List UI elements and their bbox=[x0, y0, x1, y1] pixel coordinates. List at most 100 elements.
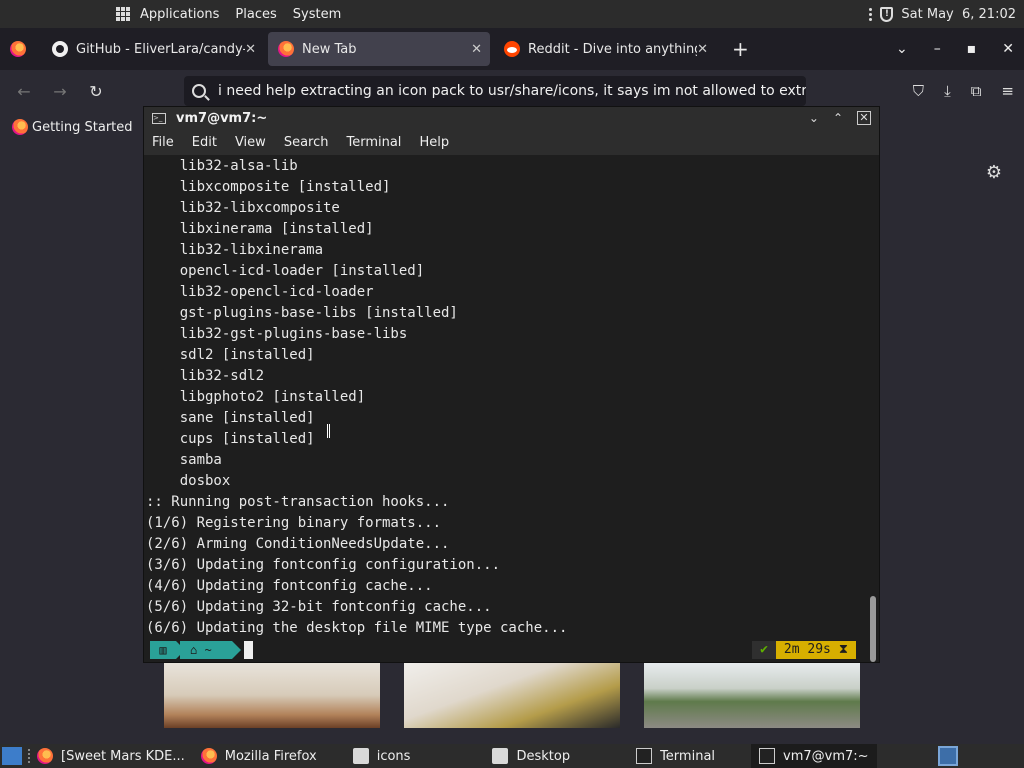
success-check-icon: ✔ bbox=[752, 641, 776, 659]
close-icon[interactable]: ✕ bbox=[471, 42, 482, 57]
toolbar-icons: ⛉ ⤓ ⧉ ≡ bbox=[913, 70, 1014, 112]
output-line: (2/6) Arming ConditionNeedsUpdate... bbox=[146, 536, 450, 552]
output-line: lib32-libxinerama bbox=[146, 242, 324, 258]
shell-prompt[interactable]: ▥ ⌂ ~ ✔ 2m 29s ⧗ bbox=[144, 638, 866, 662]
show-desktop-icon[interactable] bbox=[2, 747, 22, 765]
terminal-output[interactable]: lib32-alsa-lib libxcomposite [installed]… bbox=[144, 156, 866, 638]
window-title: vm7@vm7:~ bbox=[176, 110, 268, 126]
terminal-icon bbox=[759, 748, 776, 764]
list-all-tabs-chevron-icon[interactable]: ⌄ bbox=[896, 41, 908, 57]
top-panel: Applications Places System ! Sat May 6, … bbox=[0, 0, 1024, 28]
tab-new-tab[interactable]: New Tab ✕ bbox=[268, 32, 490, 66]
output-line: (4/6) Updating fontconfig cache... bbox=[146, 578, 433, 594]
separator bbox=[28, 749, 31, 763]
minimize-icon[interactable]: ⌄ bbox=[809, 111, 819, 125]
overflow-dots-icon[interactable] bbox=[869, 7, 873, 21]
back-arrow-icon[interactable]: ← bbox=[12, 82, 36, 101]
output-line: gst-plugins-base-libs [installed] bbox=[146, 305, 458, 321]
output-line: cups [installed] bbox=[146, 431, 315, 447]
tab-reddit[interactable]: Reddit - Dive into anything ✕ bbox=[494, 32, 716, 66]
tab-github[interactable]: GitHub - EliverLara/candy-i ✕ bbox=[42, 32, 264, 66]
menu-edit[interactable]: Edit bbox=[192, 135, 217, 150]
maximize-icon[interactable]: ▪ bbox=[967, 41, 977, 57]
extensions-icon[interactable]: ⧉ bbox=[971, 82, 982, 100]
shield-icon[interactable]: ! bbox=[880, 6, 894, 22]
tab-label: GitHub - EliverLara/candy-i bbox=[76, 41, 246, 57]
minimize-icon[interactable]: – bbox=[934, 41, 941, 57]
github-icon bbox=[52, 41, 68, 57]
firefox-icon bbox=[278, 41, 294, 57]
task-terminal[interactable]: Terminal bbox=[636, 744, 715, 768]
hamburger-menu-icon[interactable]: ≡ bbox=[1001, 82, 1014, 100]
terminal-scrollbar[interactable] bbox=[868, 156, 876, 662]
tab-label: New Tab bbox=[302, 41, 357, 57]
task-mozilla-firefox[interactable]: Mozilla Firefox bbox=[200, 744, 317, 768]
prompt-directory: ⌂ ~ bbox=[180, 641, 241, 659]
task-label: [Sweet Mars KDE... bbox=[61, 748, 185, 764]
task-vm7-terminal[interactable]: vm7@vm7:~ bbox=[751, 744, 877, 768]
manjaro-logo-icon: ▥ bbox=[150, 641, 185, 659]
maximize-icon[interactable]: ⌃ bbox=[833, 111, 843, 125]
text-cursor bbox=[244, 641, 253, 659]
close-icon[interactable]: ✕ bbox=[245, 42, 256, 57]
workspace-switcher[interactable] bbox=[938, 746, 958, 766]
url-text[interactable]: i need help extracting an icon pack to u… bbox=[218, 83, 806, 99]
terminal-icon: >_ bbox=[152, 112, 166, 124]
firefox-icon bbox=[12, 119, 28, 135]
output-line: lib32-opencl-icd-loader bbox=[146, 284, 374, 300]
story-thumbnail[interactable] bbox=[164, 662, 380, 728]
mouse-ibeam-cursor-icon bbox=[327, 424, 330, 438]
forward-arrow-icon[interactable]: → bbox=[48, 82, 72, 101]
menu-system[interactable]: System bbox=[293, 7, 341, 22]
scrollbar-thumb[interactable] bbox=[870, 596, 876, 662]
gear-icon[interactable]: ⚙ bbox=[986, 162, 1002, 183]
task-desktop-folder[interactable]: Desktop bbox=[492, 744, 570, 768]
new-tab-plus-icon[interactable]: + bbox=[732, 37, 749, 61]
output-line: lib32-libxcomposite bbox=[146, 200, 340, 216]
output-line: (5/6) Updating 32-bit fontconfig cache..… bbox=[146, 599, 492, 615]
browser-tab-bar: GitHub - EliverLara/candy-i ✕ New Tab ✕ … bbox=[0, 28, 1024, 70]
output-line: lib32-sdl2 bbox=[146, 368, 265, 384]
firefox-icon[interactable] bbox=[10, 41, 26, 57]
output-line: opencl-icd-loader [installed] bbox=[146, 263, 425, 279]
close-icon[interactable]: ✕ bbox=[857, 111, 871, 125]
downloads-icon[interactable]: ⤓ bbox=[944, 82, 951, 100]
bookmark-getting-started[interactable]: Getting Started bbox=[12, 119, 133, 135]
menu-applications[interactable]: Applications bbox=[140, 7, 219, 22]
url-bar[interactable]: i need help extracting an icon pack to u… bbox=[184, 76, 806, 106]
story-thumbnail[interactable] bbox=[644, 662, 860, 728]
terminal-icon bbox=[636, 748, 653, 764]
close-icon[interactable]: ✕ bbox=[697, 42, 708, 57]
clock[interactable]: Sat May 6, 21:02 bbox=[901, 7, 1016, 22]
terminal-titlebar[interactable]: >_ vm7@vm7:~ ⌄ ⌃ ✕ bbox=[144, 107, 879, 129]
output-line: sdl2 [installed] bbox=[146, 347, 315, 363]
output-line: :: Running post-transaction hooks... bbox=[146, 494, 450, 510]
menu-view[interactable]: View bbox=[235, 135, 266, 150]
output-line: (1/6) Registering binary formats... bbox=[146, 515, 442, 531]
menu-help[interactable]: Help bbox=[419, 135, 449, 150]
bookmark-label: Getting Started bbox=[32, 119, 133, 135]
duration-label: 2m 29s bbox=[783, 642, 831, 657]
output-line: (3/6) Updating fontconfig configuration.… bbox=[146, 557, 501, 573]
menu-terminal[interactable]: Terminal bbox=[346, 135, 401, 150]
menu-search[interactable]: Search bbox=[284, 135, 329, 150]
task-icons-folder[interactable]: icons bbox=[352, 744, 411, 768]
output-line: libxcomposite [installed] bbox=[146, 179, 391, 195]
applications-grid-icon[interactable] bbox=[116, 7, 130, 21]
output-line: (6/6) Updating the desktop file MIME typ… bbox=[146, 620, 568, 636]
pocket-icon[interactable]: ⛉ bbox=[913, 82, 924, 100]
menu-places[interactable]: Places bbox=[235, 7, 276, 22]
terminal-window: >_ vm7@vm7:~ ⌄ ⌃ ✕ File Edit View Search… bbox=[143, 106, 880, 663]
task-label: icons bbox=[376, 748, 411, 764]
menu-file[interactable]: File bbox=[152, 135, 174, 150]
bottom-taskbar: [Sweet Mars KDE... Mozilla Firefox icons… bbox=[0, 744, 1024, 768]
task-label: Terminal bbox=[660, 748, 716, 764]
folder-icon bbox=[492, 748, 509, 764]
story-thumbnail[interactable] bbox=[404, 662, 620, 728]
task-label: Mozilla Firefox bbox=[224, 748, 317, 764]
task-sweet-mars[interactable]: [Sweet Mars KDE... bbox=[37, 744, 185, 768]
close-icon[interactable]: ✕ bbox=[1002, 41, 1014, 57]
task-label: Desktop bbox=[516, 748, 571, 764]
browser-window-controls: ⌄ – ▪ ✕ bbox=[896, 28, 1014, 70]
reload-icon[interactable]: ↻ bbox=[84, 82, 108, 101]
